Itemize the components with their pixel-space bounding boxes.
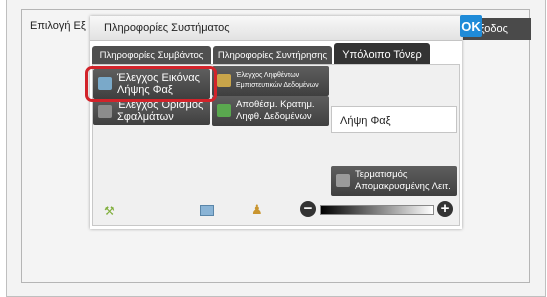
button-label: Αποθέσμ. Κρατημ. Ληφθ. Δεδομένων: [236, 99, 315, 122]
tab-toner-remaining[interactable]: Υπόλοιπο Τόνερ: [334, 43, 430, 66]
tab-maintenance-info[interactable]: Πληροφορίες Συντήρησης: [213, 46, 332, 65]
breadcrumb: Επιλογή Εξ: [30, 20, 86, 32]
brightness-slider[interactable]: − +: [300, 201, 454, 219]
error-icon: [98, 105, 112, 118]
remote-icon: [336, 174, 350, 187]
ok-button[interactable]: OK: [460, 15, 482, 37]
tab-label: Πληροφορίες Συμβάντος: [99, 50, 204, 61]
received-confidential-data-check-button[interactable]: Έλεγχος Ληφθέντων Εμπιστευτικών Δεδομένω…: [212, 66, 329, 96]
person-icon[interactable]: ♟: [251, 202, 263, 218]
fax-reception-field[interactable]: Λήψη Φαξ: [331, 106, 457, 133]
plus-icon[interactable]: +: [437, 201, 453, 217]
confidential-data-icon: [217, 74, 231, 87]
button-label: Τερματισμός Απομακρυσμένης Λειτ.: [355, 169, 451, 192]
dialog-title: Πληροφορίες Συστήματος: [104, 22, 230, 34]
minus-icon[interactable]: −: [300, 201, 316, 217]
save-data-icon: [217, 104, 231, 117]
tab-label: Υπόλοιπο Τόνερ: [342, 48, 422, 61]
slider-track[interactable]: [320, 205, 434, 215]
tab-label: Πληροφορίες Συντήρησης: [217, 50, 328, 61]
end-remote-operation-button[interactable]: Τερματισμός Απομακρυσμένης Λειτ.: [331, 166, 457, 196]
error-settings-check-button[interactable]: Έλεγχος Ορισμός Σφαλμάτων: [93, 99, 210, 125]
document-icon[interactable]: [200, 205, 214, 216]
save-received-data-button[interactable]: Αποθέσμ. Κρατημ. Ληφθ. Δεδομένων: [212, 96, 329, 126]
button-label: Έλεγχος Ορισμός Σφαλμάτων: [117, 99, 204, 123]
selection-highlight: [85, 66, 217, 102]
dialog-title-bar: Πληροφορίες Συστήματος: [90, 16, 462, 41]
tab-event-info[interactable]: Πληροφορίες Συμβάντος: [92, 46, 211, 65]
button-label: Έλεγχος Ληφθέντων Εμπιστευτικών Δεδομένω…: [236, 72, 319, 89]
wrench-icon[interactable]: ⚒: [104, 204, 115, 218]
